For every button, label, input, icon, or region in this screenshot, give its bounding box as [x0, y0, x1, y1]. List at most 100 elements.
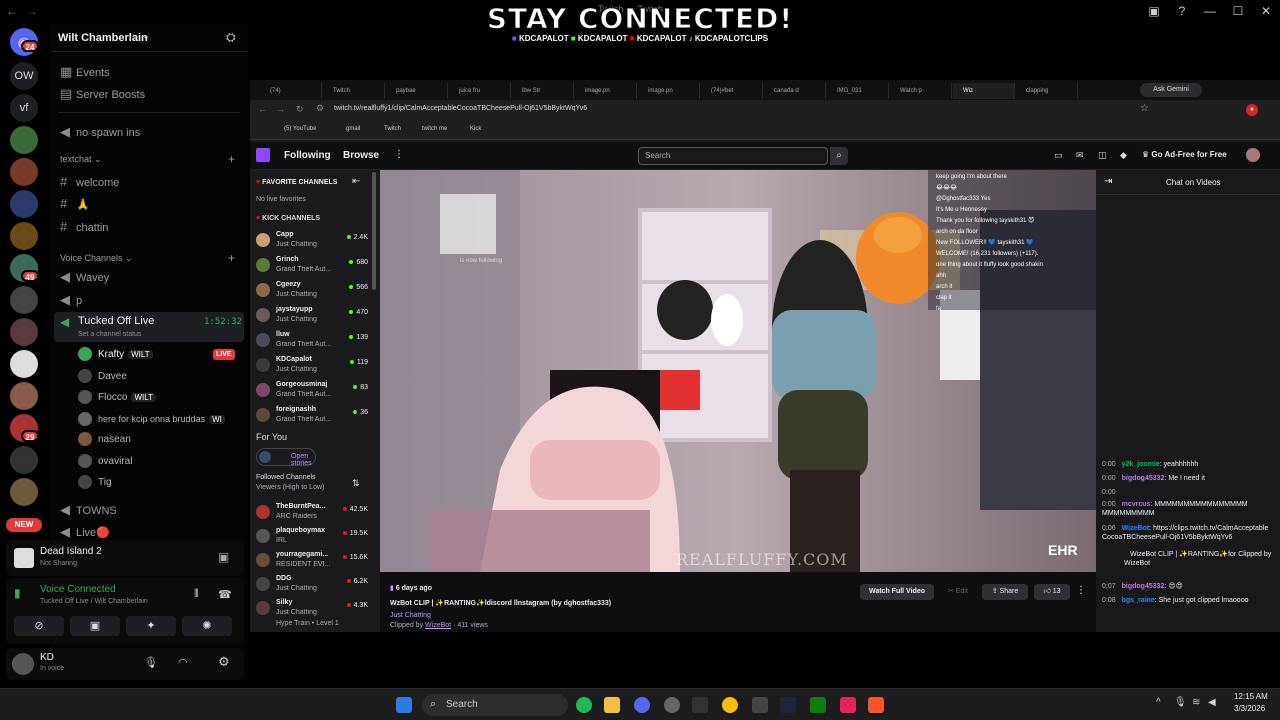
search-icon[interactable]: ⌕ — [830, 147, 848, 165]
voice-user-krafty[interactable]: Krafty WILT LIVE — [78, 345, 235, 365]
active-voice-channel[interactable]: ◀ Tucked Off Live 1:52:32 Set a channel … — [54, 312, 244, 342]
server-icon[interactable] — [10, 190, 38, 218]
voice-channel-towns[interactable]: ◀ TOWNS — [60, 500, 246, 520]
headphones-icon[interactable]: ◠ — [178, 656, 188, 669]
monitor-icon[interactable]: ▣ — [1140, 0, 1168, 22]
voice-user-nasean[interactable]: nasean — [78, 430, 131, 450]
share-button[interactable]: ⇪ Share — [982, 584, 1028, 600]
steam-icon[interactable] — [780, 697, 796, 713]
voice-user-flocco[interactable]: Flocco WILT — [78, 388, 156, 408]
app-icon[interactable] — [840, 697, 856, 713]
maximize-button[interactable]: ☐ — [1224, 0, 1252, 22]
sidebar-channel-2[interactable]: Cgeezy Just Chatting 566 — [254, 280, 372, 304]
server-icon[interactable] — [10, 286, 38, 314]
voice-user-davee[interactable]: Davee — [78, 367, 127, 387]
voice-user-ovaviral[interactable]: ovaviral — [78, 452, 132, 472]
forward-arrow-icon[interactable]: → — [276, 104, 285, 114]
server-icon[interactable] — [10, 318, 38, 346]
server-icon[interactable] — [10, 382, 38, 410]
search-input[interactable]: Search — [638, 147, 828, 165]
like-button[interactable]: 👍︎ 13 — [1034, 584, 1070, 600]
spotify-icon[interactable] — [576, 697, 592, 713]
bookmark-gmail[interactable]: gmail — [346, 126, 360, 132]
bookmark-twitch-me[interactable]: twitch me — [422, 126, 447, 132]
server-icon[interactable] — [10, 350, 38, 378]
forward-arrow-icon[interactable]: → — [26, 4, 38, 18]
app-icon[interactable] — [664, 697, 680, 713]
bookmark-youtube[interactable]: (5) YouTube — [284, 126, 316, 132]
followed-channel-3[interactable]: DDG Just Chatting 6.2K — [254, 574, 372, 598]
epic-games-icon[interactable] — [692, 697, 708, 713]
set-channel-status[interactable]: Set a channel status — [78, 331, 141, 338]
xbox-icon[interactable] — [810, 697, 826, 713]
voice-user-tig[interactable]: Tig — [78, 473, 112, 493]
sidebar-channel-7[interactable]: foreignashh Grand Theft Aut... 36 — [254, 405, 372, 429]
signal-icon[interactable]: ▮ — [14, 586, 21, 600]
collapse-sidebar-icon[interactable]: ⇤ — [352, 176, 360, 187]
wifi-icon[interactable]: ≋ — [1192, 697, 1200, 708]
text-channel-welcome[interactable]: # welcome — [60, 172, 246, 192]
clipper-link[interactable]: WizeBot — [425, 622, 451, 629]
minimize-button[interactable]: — — [1196, 0, 1224, 22]
bookmark-twitch[interactable]: Twitch — [384, 126, 401, 132]
voice-channel-wavey[interactable]: ◀ Wavey — [60, 267, 246, 287]
server-header[interactable]: Wilt Chamberlain ⌄ ⛭ — [50, 24, 248, 52]
noise-icon[interactable]: ⦀ — [194, 588, 199, 601]
chat-username[interactable]: mcvrcus — [1122, 501, 1151, 508]
voice-channel-p[interactable]: ◀ p — [60, 290, 246, 310]
category-voice-channels[interactable]: Voice Channels ⌄ + — [60, 251, 246, 265]
tray-overflow-icon[interactable]: ^ — [1156, 697, 1161, 708]
browser-tab[interactable]: Wiz — [953, 83, 1015, 99]
clip-category-link[interactable]: Just Chatting — [390, 612, 431, 619]
browser-tab[interactable]: Twitch — [323, 83, 385, 99]
settings-gear-icon[interactable]: ⚙ — [218, 654, 230, 670]
browser-tab[interactable]: Watch p — [890, 83, 952, 99]
events-item[interactable]: ▦ Events — [60, 62, 246, 82]
browser-tab[interactable]: clapping — [1016, 83, 1078, 99]
server-boosts-item[interactable]: ▤ Server Boosts — [60, 84, 246, 104]
ad-free-button[interactable]: ♛ Go Ad-Free for Free — [1142, 150, 1227, 159]
following-link[interactable]: Following — [284, 150, 331, 161]
server-icon-vf[interactable]: vf — [10, 94, 38, 122]
sidebar-channel-3[interactable]: jaystayupp Just Chatting 470 — [254, 305, 372, 329]
sidebar-channel-0[interactable]: Capp Just Chatting 2.4K — [254, 230, 372, 254]
browser-tab[interactable]: paybae — [386, 83, 448, 99]
sort-icon[interactable]: ⇅ — [352, 478, 360, 489]
volume-icon[interactable]: ◀ — [1208, 697, 1216, 708]
more-options-icon[interactable]: ⋮ — [1076, 585, 1086, 596]
chat-username[interactable]: y2k_joomie — [1122, 461, 1160, 468]
new-servers-pill[interactable]: NEW — [6, 518, 42, 532]
prime-icon[interactable]: ◆ — [1120, 150, 1127, 161]
add-channel-icon[interactable]: + — [228, 152, 235, 166]
activities-button[interactable]: ✦ — [126, 616, 176, 636]
sidebar-channel-6[interactable]: Gorgeousminaj Grand Theft Aut... 83 — [254, 380, 372, 404]
profile-avatar[interactable]: ● — [1246, 104, 1258, 116]
server-icon-ow[interactable]: OW — [10, 62, 38, 90]
back-arrow-icon[interactable]: ← — [6, 4, 18, 18]
help-icon[interactable]: ? — [1168, 0, 1196, 22]
browser-tab[interactable]: (74) — [260, 83, 322, 99]
inbox-icon[interactable]: ▭ — [1054, 150, 1063, 161]
video-player[interactable]: keep going I'm about there 😂😂😂 @Dghostfac3… — [380, 170, 1096, 572]
bookmark-star-icon[interactable]: ☆ — [1140, 103, 1149, 114]
browser-tab[interactable]: image.pn — [638, 83, 700, 99]
avatar[interactable] — [12, 653, 34, 675]
browser-tab[interactable]: juice fru — [449, 83, 511, 99]
followed-channel-4[interactable]: Silky Just Chatting 4.3K — [254, 598, 372, 622]
browser-tab[interactable]: (74)#bet — [701, 83, 763, 99]
app-icon[interactable] — [752, 697, 768, 713]
expand-chat-icon[interactable]: ⇥ — [1104, 176, 1112, 187]
add-member-icon[interactable]: ⛭ — [226, 30, 236, 45]
browse-link[interactable]: Browse — [343, 150, 379, 161]
camera-button[interactable]: ⊘ — [14, 616, 64, 636]
url-field[interactable]: twitch.tv/realfluffy1/clip/CalmAcceptabl… — [334, 105, 587, 112]
text-channel-emoji[interactable]: # 🙏 — [60, 194, 246, 214]
sidebar-channel-4[interactable]: lluw Grand Theft Aut... 139 — [254, 330, 372, 354]
browser-tab[interactable]: image.pn — [575, 83, 637, 99]
back-arrow-icon[interactable]: ← — [258, 104, 267, 114]
avatar[interactable] — [1246, 148, 1260, 162]
server-icon[interactable] — [10, 222, 38, 250]
browser-tab[interactable]: lbw Str — [512, 83, 574, 99]
taskbar-search-box[interactable]: ⌕ Search — [422, 694, 568, 716]
whispers-icon[interactable]: ✉ — [1076, 150, 1084, 161]
